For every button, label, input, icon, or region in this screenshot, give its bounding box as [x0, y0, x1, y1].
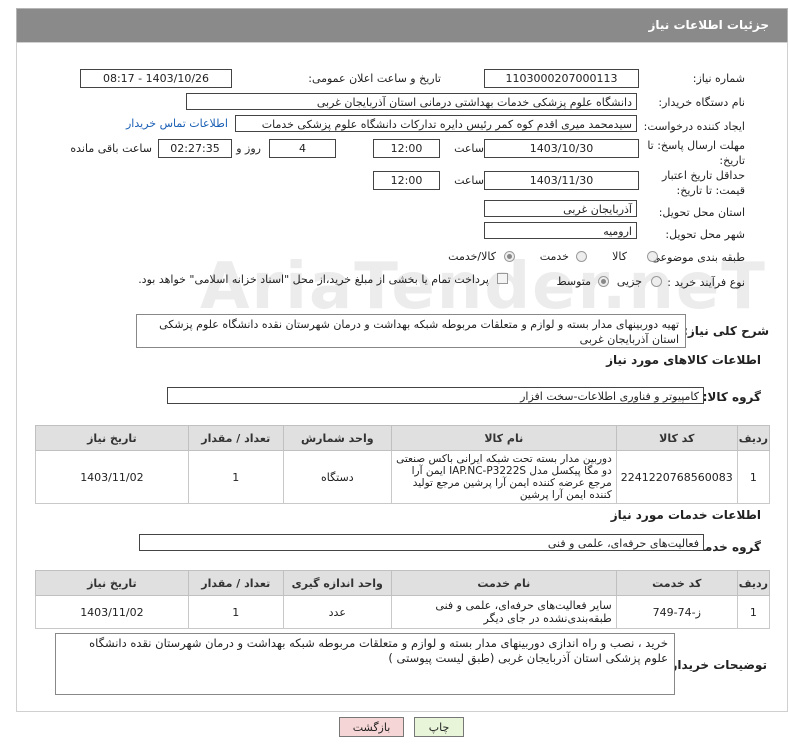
category-goods-service-radio[interactable] [504, 251, 515, 262]
buyer-contact-link[interactable]: اطلاعات تماس خریدار [126, 117, 228, 130]
services-section-title: اطلاعات خدمات مورد نیاز [610, 508, 761, 522]
purchase-medium-radio[interactable] [598, 276, 609, 287]
category-goods-service-label: کالا/خدمت [448, 250, 496, 263]
validity-time-field: 12:00 [373, 171, 440, 190]
goods-col-code: کد کالا [615, 425, 738, 451]
services-cell-unit: عدد [282, 595, 392, 629]
validity-time-label: ساعت [454, 174, 484, 187]
category-goods-radio[interactable] [647, 251, 658, 262]
services-table-header: ردیف کد خدمت نام خدمت واحد اندازه گیری ت… [35, 570, 771, 596]
goods-col-qty: تعداد / مقدار [187, 425, 284, 451]
payment-note: پرداخت تمام یا بخشی از مبلغ خرید،از محل … [138, 273, 489, 286]
services-col-name: نام خدمت [390, 570, 617, 596]
goods-cell-index: 1 [736, 450, 771, 504]
buyer-notes-label: توضیحات خریدار: [665, 658, 767, 672]
goods-section-title: اطلاعات کالاهای مورد نیاز [606, 353, 761, 367]
category-service-radio[interactable] [576, 251, 587, 262]
back-button[interactable]: بازگشت [339, 717, 404, 737]
category-label: طبقه بندی موضوعی: [647, 251, 745, 264]
goods-col-unit: واحد شمارش [282, 425, 392, 451]
services-group-field: فعالیت‌های حرفه‌ای، علمی و فنی [139, 534, 704, 551]
validity-label: حداقل تاریخ اعتبار قیمت: تا تاریخ: [661, 169, 745, 197]
print-button[interactable]: چاپ [414, 717, 464, 737]
remaining-time-field: 02:27:35 [158, 139, 232, 158]
province-label: استان محل تحویل: [658, 206, 745, 219]
services-cell-code: ز-74-749 [615, 595, 738, 629]
purchase-medium-label: متوسط [556, 275, 591, 288]
summary-text: تهیه دوربینهای مدار بسته و لوازم و متعلق… [136, 314, 686, 348]
city-label: شهر محل تحویل: [665, 228, 745, 241]
services-col-date: تاریخ نیاز [35, 570, 189, 596]
province-field: آذربایجان غربی [484, 200, 637, 217]
deadline-label: مهلت ارسال پاسخ: تا تاریخ: [647, 139, 745, 167]
table-row: 1 2241220768560083 دوربین مدار بسته تحت … [35, 450, 771, 504]
services-col-index: ردیف [736, 570, 771, 596]
announce-label: تاریخ و ساعت اعلان عمومی: [308, 72, 441, 85]
need-number-label: شماره نیاز: [692, 72, 745, 85]
need-number-field: 1103000207000113 [484, 69, 639, 88]
purchase-minor-label: جزیی [616, 275, 642, 288]
goods-col-name: نام کالا [390, 425, 617, 451]
goods-cell-code: 2241220768560083 [615, 450, 738, 504]
goods-group-field: کامپیوتر و فناوری اطلاعات-سخت افزار [167, 387, 704, 404]
goods-table: ردیف کد کالا نام کالا واحد شمارش تعداد /… [35, 425, 771, 504]
services-table: ردیف کد خدمت نام خدمت واحد اندازه گیری ت… [35, 570, 771, 629]
purchase-minor-radio[interactable] [651, 276, 662, 287]
requester-label: ایجاد کننده درخواست: [643, 120, 745, 133]
days-field: 4 [269, 139, 336, 158]
page-title: جزئیات اطلاعات نیاز [648, 18, 769, 32]
category-goods-label: کالا [612, 250, 627, 263]
services-col-unit: واحد اندازه گیری [282, 570, 392, 596]
purchase-type-label: نوع فرآیند خرید : [667, 276, 745, 289]
validity-date-field: 1403/11/30 [484, 171, 639, 190]
goods-col-date: تاریخ نیاز [35, 425, 189, 451]
services-cell-date: 1403/11/02 [35, 595, 189, 629]
services-cell-name: سایر فعالیت‌های حرفه‌ای، علمی و فنی طبقه… [390, 595, 617, 629]
announce-field: 1403/10/26 - 08:17 [80, 69, 232, 88]
goods-cell-date: 1403/11/02 [35, 450, 189, 504]
treasury-checkbox[interactable] [497, 273, 508, 284]
buyer-org-label: نام دستگاه خریدار: [658, 96, 745, 109]
requester-field: سیدمحمد میری اقدم کوه کمر رئیس دایره تدا… [235, 115, 637, 132]
goods-table-header: ردیف کد کالا نام کالا واحد شمارش تعداد /… [35, 425, 771, 451]
services-col-code: کد خدمت [615, 570, 738, 596]
page-header: جزئیات اطلاعات نیاز [16, 8, 788, 44]
days-label: روز و [236, 142, 261, 155]
city-field: ارومیه [484, 222, 637, 239]
services-cell-qty: 1 [187, 595, 284, 629]
buyer-org-field: دانشگاه علوم پزشکی خدمات بهداشتی درمانی … [186, 93, 637, 110]
services-col-qty: تعداد / مقدار [187, 570, 284, 596]
goods-group-label: گروه کالا: [702, 390, 761, 404]
goods-cell-name: دوربین مدار بسته تحت شبکه ایرانی باکس صن… [390, 450, 617, 504]
goods-cell-qty: 1 [187, 450, 284, 504]
services-cell-index: 1 [736, 595, 771, 629]
buyer-notes-text: خرید ، نصب و راه اندازی دوربینهای مدار ب… [55, 633, 675, 695]
deadline-time-field: 12:00 [373, 139, 440, 158]
remaining-label: ساعت باقی مانده [70, 142, 152, 155]
category-service-label: خدمت [539, 250, 569, 263]
deadline-time-label: ساعت [454, 142, 484, 155]
goods-col-index: ردیف [736, 425, 771, 451]
summary-label: شرح کلی نیاز: [683, 324, 769, 338]
deadline-date-field: 1403/10/30 [484, 139, 639, 158]
table-row: 1 ز-74-749 سایر فعالیت‌های حرفه‌ای، علمی… [35, 595, 771, 629]
goods-cell-unit: دستگاه [282, 450, 392, 504]
